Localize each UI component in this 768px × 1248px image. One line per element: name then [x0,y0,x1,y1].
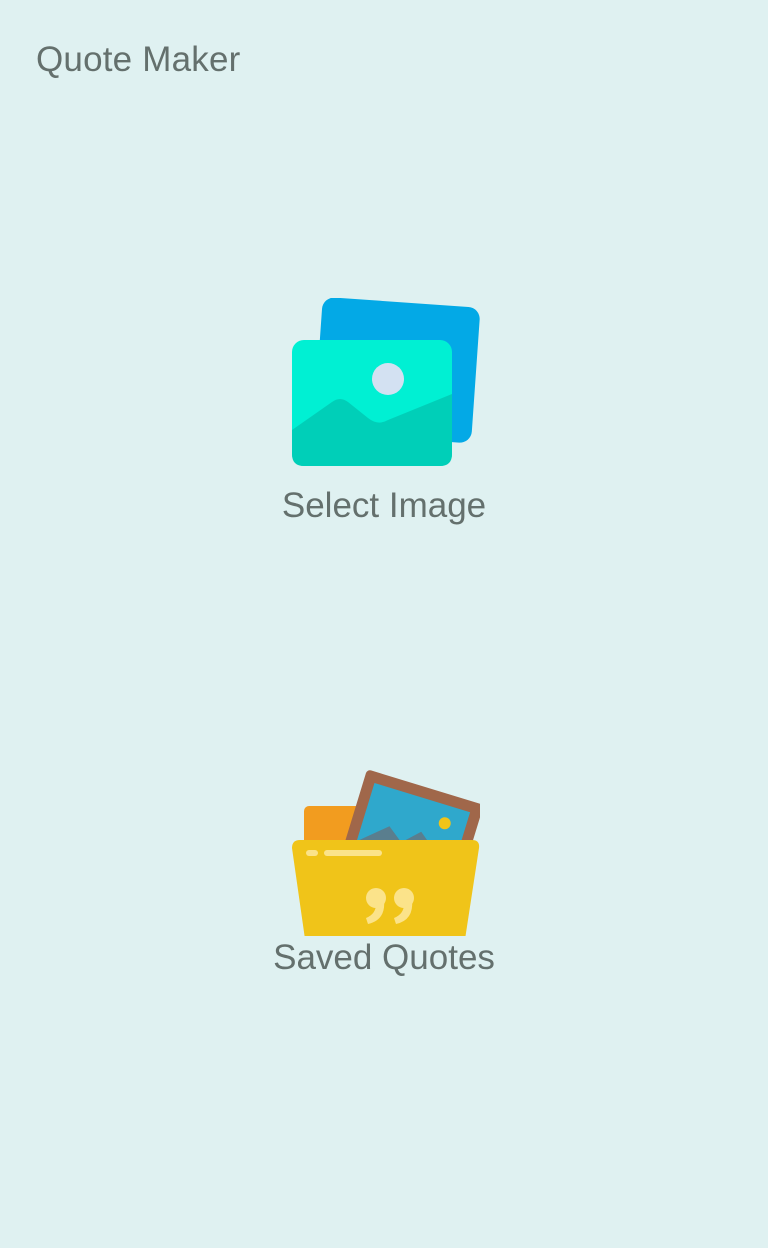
select-image-label: Select Image [281,486,487,525]
app-title: Quote Maker [36,40,241,79]
image-gallery-icon [292,298,480,466]
select-image-button[interactable]: Select Image [0,298,768,526]
quote-folder-icon [292,770,480,936]
saved-quotes-label: Saved Quotes [273,938,495,977]
saved-quotes-button[interactable]: Saved Quotes [0,764,768,978]
